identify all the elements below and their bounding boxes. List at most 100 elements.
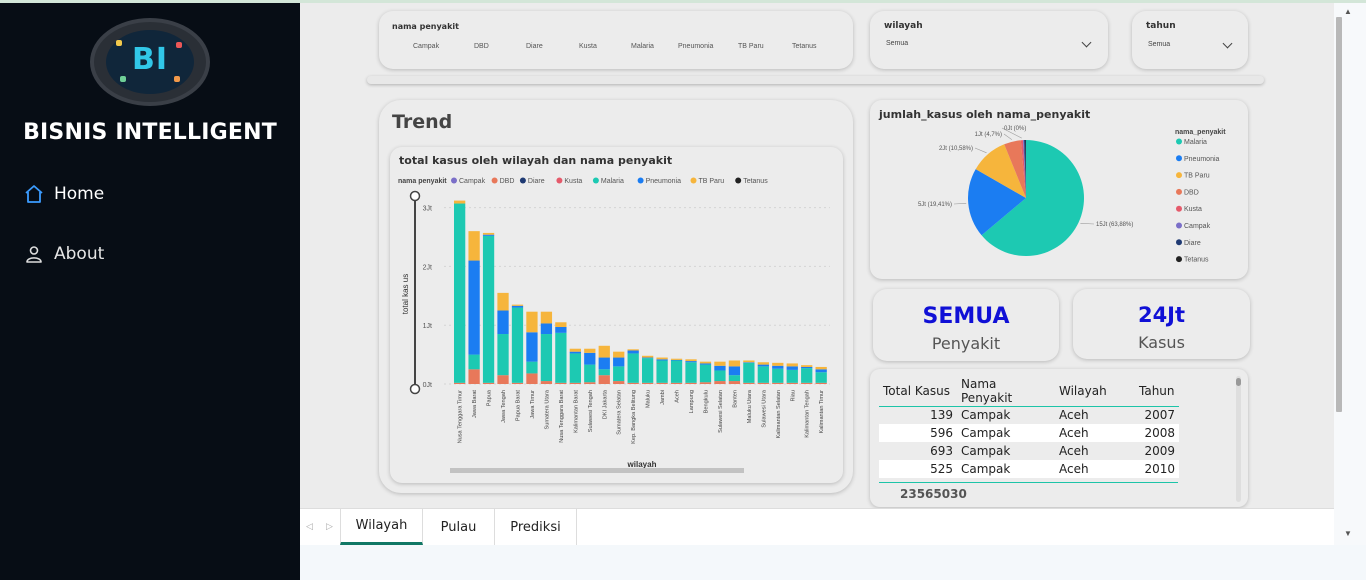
x-tick-label: Nusa Tenggara Timur bbox=[458, 390, 464, 444]
tab-prediksi[interactable]: Prediksi bbox=[495, 509, 577, 545]
col-tahun[interactable]: Tahun bbox=[1135, 377, 1179, 407]
legend-title: nama penyakit bbox=[398, 178, 447, 185]
bar-segment bbox=[670, 360, 683, 383]
col-nama-penyakit[interactable]: Nama Penyakit bbox=[957, 377, 1055, 407]
x-tick-label: Kalimantan Selatan bbox=[776, 390, 782, 439]
pie-legend-label: Kusta bbox=[1184, 206, 1202, 213]
bar-segment bbox=[468, 369, 480, 384]
col-total-kasus[interactable]: Total Kasus bbox=[879, 377, 957, 407]
chip-pneumonia[interactable]: Pneumonia bbox=[678, 43, 713, 50]
bar-segment bbox=[670, 359, 683, 361]
slicer-tahun[interactable]: tahun Semua bbox=[1132, 11, 1248, 69]
chip-malaria[interactable]: Malaria bbox=[631, 43, 654, 50]
bar-segment bbox=[786, 363, 798, 367]
bar-segment bbox=[569, 351, 581, 354]
pie-chart: 15Jt (63,88%) 5Jt (19,41%) 2Jt (10,58%) 1Jt… bbox=[918, 126, 1226, 264]
bar-segment bbox=[743, 382, 755, 384]
bar-segment bbox=[772, 368, 784, 383]
range-slider-handle bbox=[409, 383, 421, 395]
slicer-wilayah[interactable]: wilayah Semua bbox=[870, 11, 1108, 69]
cell-wilayah: Aceh bbox=[1055, 460, 1135, 478]
bar-segment bbox=[656, 357, 668, 360]
pie-legend-marker bbox=[1176, 256, 1182, 263]
chevron-down-icon[interactable] bbox=[1081, 37, 1092, 48]
chip-campak[interactable]: Campak bbox=[413, 43, 439, 50]
chevron-down-icon[interactable] bbox=[1222, 38, 1233, 49]
cell-tahun: 2008 bbox=[1135, 424, 1179, 442]
bar-segment bbox=[685, 359, 697, 362]
bar-segment bbox=[511, 304, 524, 306]
bar-segment bbox=[642, 357, 654, 359]
legend-label: TB Paru bbox=[699, 178, 725, 185]
bar-segment bbox=[468, 354, 480, 370]
bar-segment bbox=[772, 382, 784, 384]
x-tick-label: Sulawesi Utara bbox=[761, 389, 767, 428]
tab-wilayah[interactable]: Wilayah bbox=[340, 509, 423, 545]
chip-kusta[interactable]: Kusta bbox=[579, 43, 597, 50]
bar-segment bbox=[801, 366, 813, 369]
chip-diare[interactable]: Diare bbox=[526, 43, 543, 50]
nav-about-label: About bbox=[54, 244, 105, 264]
legend-label: Pneumonia bbox=[646, 178, 682, 185]
y-tick-label: 0Jt bbox=[423, 382, 432, 389]
legend-marker bbox=[735, 177, 742, 184]
tahun-dropdown-value[interactable]: Semua bbox=[1148, 41, 1170, 48]
bar-segment bbox=[555, 382, 567, 384]
kpi-kasus-card: 24Jt Kasus bbox=[1073, 289, 1250, 359]
table-scrollbar[interactable] bbox=[1236, 376, 1241, 502]
scroll-down-icon[interactable]: ▼ bbox=[1344, 529, 1352, 538]
table-total-value: 23565030 bbox=[900, 487, 967, 501]
nav-home[interactable]: Home bbox=[24, 179, 104, 209]
cell-total: 525 bbox=[879, 460, 957, 478]
bar-segment bbox=[757, 364, 769, 367]
bar-segment bbox=[714, 381, 726, 384]
pie-legend-label: DBD bbox=[1184, 189, 1199, 196]
tab-prev-icon[interactable]: ◁ bbox=[306, 521, 313, 532]
chip-tb-paru[interactable]: TB Paru bbox=[738, 43, 764, 50]
legend-label: Malaria bbox=[601, 178, 624, 185]
bar-segment bbox=[743, 360, 755, 363]
chip-dbd[interactable]: DBD bbox=[474, 43, 489, 50]
bar-segment bbox=[555, 322, 567, 327]
y-axis-label: total kas us bbox=[401, 274, 410, 314]
tab-pulau[interactable]: Pulau bbox=[423, 509, 495, 545]
user-icon bbox=[26, 246, 42, 263]
bar-segment bbox=[584, 348, 596, 353]
chip-tetanus[interactable]: Tetanus bbox=[792, 43, 817, 50]
pie-data-label: 15Jt (63,88%) bbox=[1096, 222, 1133, 228]
bar-segment bbox=[598, 369, 610, 376]
legend-label: DBD bbox=[500, 178, 515, 185]
bar-segment bbox=[627, 349, 639, 351]
bar-segment bbox=[656, 382, 668, 384]
cell-tahun: 2010 bbox=[1135, 460, 1179, 478]
bar-segment bbox=[526, 373, 538, 384]
bar-segment bbox=[627, 353, 639, 383]
page-scrollbar[interactable]: ▲ ▼ bbox=[1334, 3, 1366, 545]
bar-segment bbox=[540, 381, 553, 384]
bar-segment bbox=[511, 307, 524, 383]
bar-segment bbox=[482, 382, 495, 384]
scroll-up-icon[interactable]: ▲ bbox=[1344, 7, 1352, 16]
data-table: Total Kasus Nama Penyakit Wilayah Tahun … bbox=[879, 377, 1179, 478]
bar-segment bbox=[482, 234, 495, 236]
col-wilayah[interactable]: Wilayah bbox=[1055, 377, 1135, 407]
tab-next-icon[interactable]: ▷ bbox=[326, 521, 333, 532]
bar-segment bbox=[613, 381, 625, 384]
bar-segment bbox=[526, 332, 538, 362]
pie-legend-label: Diare bbox=[1184, 240, 1201, 247]
bar-segment bbox=[685, 382, 697, 384]
trend-title: Trend bbox=[392, 111, 453, 133]
bar-segment bbox=[454, 382, 466, 384]
pie-legend-label: Campak bbox=[1184, 223, 1211, 230]
kpi-penyakit-card: SEMUA Penyakit bbox=[873, 289, 1059, 361]
nav-about[interactable]: About bbox=[24, 239, 104, 269]
sidebar: BI BISNIS INTELLIGENT Home About bbox=[0, 3, 300, 580]
pie-leader bbox=[1003, 133, 1013, 140]
wilayah-dropdown-value[interactable]: Semua bbox=[886, 40, 908, 47]
x-tick-label: Banten bbox=[732, 390, 738, 408]
bar-segment bbox=[482, 232, 495, 235]
scroll-thumb[interactable] bbox=[1336, 17, 1342, 412]
pie-legend-label: Pneumonia bbox=[1184, 156, 1220, 163]
page-tabs: ◁ ▷ Wilayah Pulau Prediksi bbox=[300, 508, 1334, 545]
cell-wilayah: Aceh bbox=[1055, 424, 1135, 442]
